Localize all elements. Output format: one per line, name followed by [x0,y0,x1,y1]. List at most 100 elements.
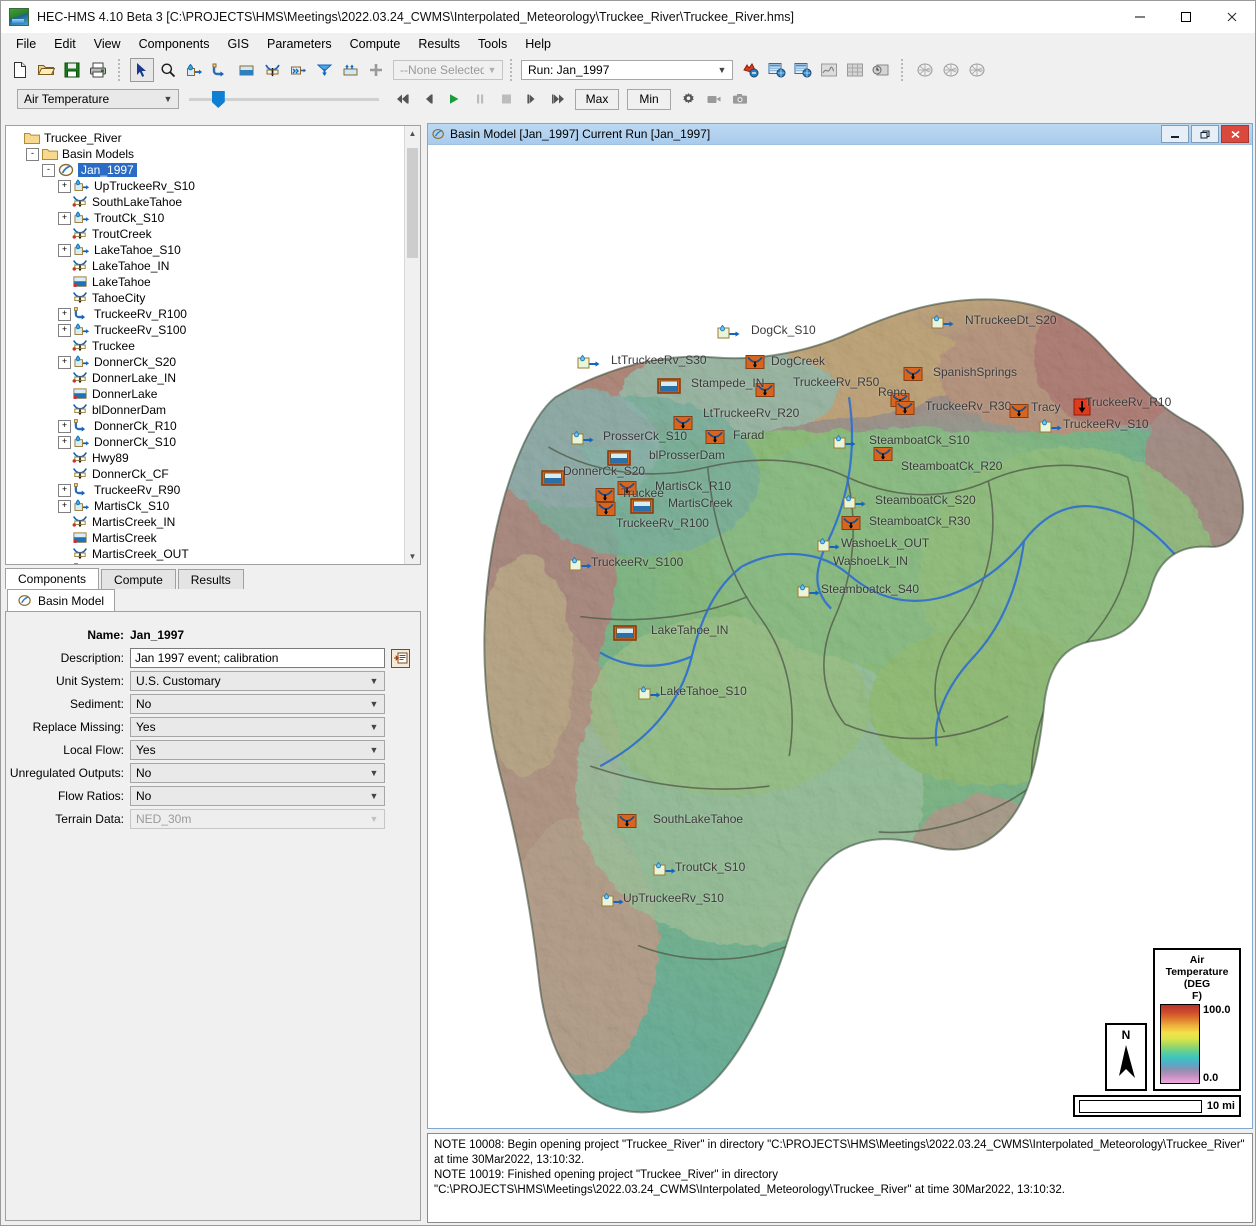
scroll-down-icon[interactable]: ▼ [405,549,420,564]
map-node-dogcreek[interactable] [745,354,765,373]
menu-tools[interactable]: Tools [469,35,516,53]
field-input-description[interactable]: Jan 1997 event; calibration [130,648,385,668]
print-icon[interactable] [86,58,110,82]
map-node-steamboatck-r20[interactable] [873,446,893,465]
map-node-steamboatck-s20[interactable] [843,494,869,513]
menu-compute[interactable]: Compute [341,35,410,53]
play-icon[interactable] [442,87,466,111]
step-back-icon[interactable] [416,87,440,111]
sink-icon[interactable] [312,58,336,82]
map-node-truckeerv-r30[interactable] [895,400,915,419]
menu-gis[interactable]: GIS [218,35,258,53]
collapse-toggle-icon[interactable]: - [26,147,39,161]
map-restore-button[interactable] [1191,125,1219,143]
map-node-washoelk-out[interactable] [817,537,843,556]
zoom-icon[interactable] [156,58,180,82]
map-node-farad[interactable] [705,429,725,448]
scroll-up-icon[interactable]: ▲ [405,126,420,141]
new-icon[interactable] [8,58,32,82]
arrow-select-icon[interactable] [130,58,154,82]
tree-item-martisck-s10[interactable]: + MartisCk_S10 [10,498,405,514]
tab-results[interactable]: Results [177,569,244,589]
minimize-button[interactable] [1117,0,1163,33]
tree-item-laketahoe[interactable]: LakeTahoe [10,274,405,290]
tree-item-donnerlake[interactable]: DonnerLake [10,386,405,402]
expand-toggle-icon[interactable]: + [58,419,71,433]
basin-map-canvas[interactable]: DogCk_S10 NTruckeeDt_S20 LtTruckeeRv_S30 Do… [431,148,1249,1125]
expand-toggle-icon[interactable]: + [58,243,71,257]
map-node-donnerck-s20[interactable] [541,469,565,489]
scrollbar-thumb[interactable] [407,148,418,258]
tree-item-donnerck-s20[interactable]: + DonnerCk_S20 [10,354,405,370]
tree-item-martisck-r10[interactable]: + MartisCk_R10 [10,562,405,564]
layer-select-combo[interactable]: Air Temperature ▼ [17,89,179,109]
expand-toggle-icon[interactable]: + [58,307,71,321]
subbasin-icon[interactable] [182,58,206,82]
junction-icon[interactable] [260,58,284,82]
map-node-tracy[interactable] [1009,403,1029,422]
map-node-lttruckeerv-s30[interactable] [577,354,603,373]
map-node-truckeerv-s100[interactable] [569,556,595,575]
map-close-button[interactable] [1221,125,1249,143]
tree-item-truckeerv-r90[interactable]: + TruckeeRv_R90 [10,482,405,498]
field-select-unit-system[interactable]: U.S. Customary ▼ [130,671,385,691]
map-node-laketahoe-s10[interactable] [638,685,664,704]
expand-toggle-icon[interactable]: + [58,435,71,449]
map-node-lttruckeerv-r20[interactable] [673,415,693,434]
slider-thumb[interactable] [211,91,225,108]
description-editor-button[interactable] [391,648,410,668]
reach-icon[interactable] [208,58,232,82]
field-select-sediment[interactable]: No ▼ [130,694,385,714]
open-icon[interactable] [34,58,58,82]
tab-compute[interactable]: Compute [101,569,176,589]
expand-toggle-icon[interactable]: + [58,483,71,497]
map-node-blprosserdam[interactable] [607,449,631,469]
field-select-flow-ratios[interactable]: No ▼ [130,786,385,806]
expand-toggle-icon[interactable]: + [58,211,71,225]
save-icon[interactable] [60,58,84,82]
tree-scrollbar[interactable]: ▲ ▼ [404,126,420,564]
tree-item-troutcreek[interactable]: TroutCreek [10,226,405,242]
time-series-icon[interactable] [869,58,893,82]
menu-parameters[interactable]: Parameters [258,35,341,53]
video-capture-icon[interactable] [702,87,726,111]
tree-item-donnerck-r10[interactable]: + DonnerCk_R10 [10,418,405,434]
reservoir-icon[interactable] [234,58,258,82]
expand-toggle-icon[interactable]: + [58,323,71,337]
tab-basin-model[interactable]: Basin Model [7,589,116,611]
expand-toggle-icon[interactable]: + [58,179,71,193]
tree-item-basin-models[interactable]: - Basin Models [10,146,405,162]
tree-item-truckee[interactable]: Truckee [10,338,405,354]
field-select-replace-missing[interactable]: Yes ▼ [130,717,385,737]
skip-start-icon[interactable] [390,87,414,111]
tree-item-jan-1997[interactable]: - Jan_1997 [10,162,405,178]
map-node-troutck-s10[interactable] [653,861,679,880]
menu-view[interactable]: View [85,35,130,53]
tree-item-southlaketahoe[interactable]: SouthLakeTahoe [10,194,405,210]
map-node-southlaketahoe[interactable] [617,813,637,832]
skip-end-icon[interactable] [546,87,570,111]
diversion-icon[interactable] [286,58,310,82]
map-node-laketahoe-in[interactable] [613,624,637,644]
tree-item-laketahoe-s10[interactable]: + LakeTahoe_S10 [10,242,405,258]
tree-item-truckee-river[interactable]: Truckee_River [10,130,405,146]
grid-icon-1[interactable] [913,58,937,82]
time-slider[interactable] [189,90,379,108]
map-node-stampede-in[interactable] [657,377,681,397]
menu-edit[interactable]: Edit [45,35,85,53]
map-node-truckeerv-r50[interactable] [755,382,775,401]
camera-capture-icon[interactable] [728,87,752,111]
graph-icon[interactable] [817,58,841,82]
map-node-steamboatck-s40[interactable] [797,583,823,602]
map-node-dogck-s10[interactable] [717,324,743,343]
tree-item-donnerlake-in[interactable]: DonnerLake_IN [10,370,405,386]
collapse-toggle-icon[interactable]: - [42,163,55,177]
step-forward-icon[interactable] [520,87,544,111]
menu-components[interactable]: Components [130,35,219,53]
field-select-unregulated-outputs[interactable]: No ▼ [130,763,385,783]
map-node-martiscreek[interactable] [630,497,654,517]
settings-gear-icon[interactable] [676,87,700,111]
expand-toggle-icon[interactable]: + [58,563,71,564]
expand-toggle-icon[interactable]: + [58,499,71,513]
field-select-local-flow[interactable]: Yes ▼ [130,740,385,760]
